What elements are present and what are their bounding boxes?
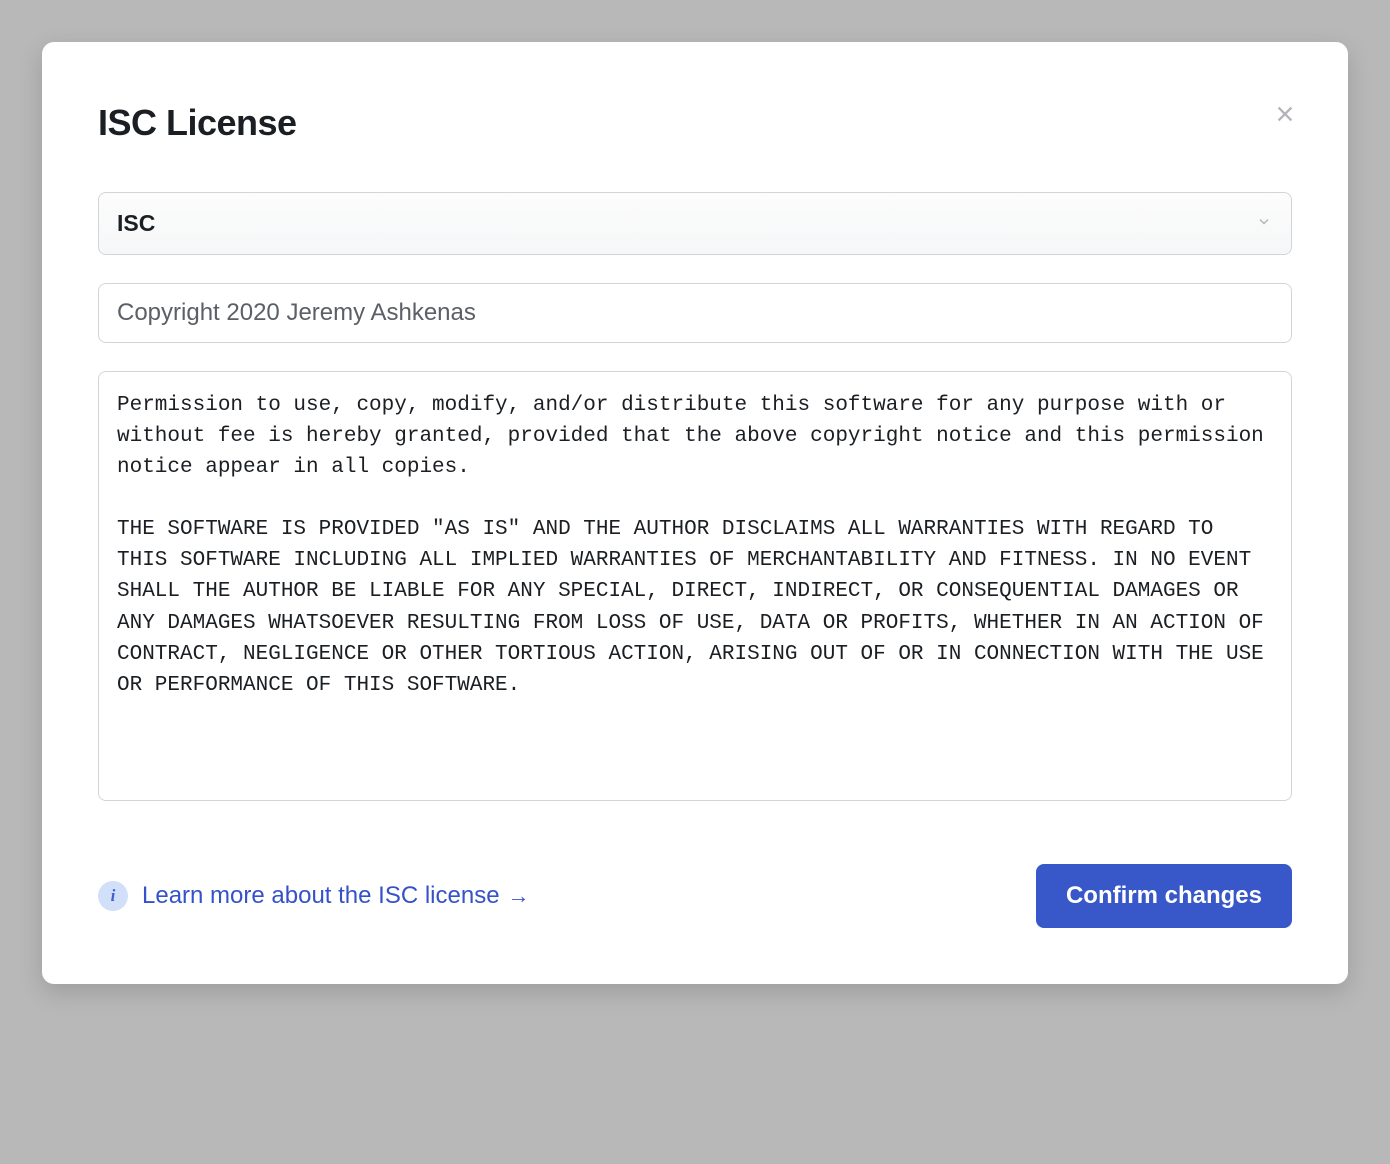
modal-header: ISC License <box>98 102 1292 144</box>
close-icon <box>1274 103 1296 125</box>
license-select-wrapper <box>98 192 1292 255</box>
modal-title: ISC License <box>98 102 297 144</box>
info-icon: i <box>98 881 128 911</box>
learn-more-link[interactable]: i Learn more about the ISC license → <box>98 881 530 911</box>
confirm-changes-button[interactable]: Confirm changes <box>1036 864 1292 928</box>
close-button[interactable] <box>1270 98 1300 134</box>
learn-more-text: Learn more about the ISC license <box>142 882 500 910</box>
modal-footer: i Learn more about the ISC license → Con… <box>98 864 1292 928</box>
license-body-textarea[interactable]: Permission to use, copy, modify, and/or … <box>98 371 1292 801</box>
copyright-input[interactable] <box>98 283 1292 343</box>
license-select[interactable] <box>98 192 1292 255</box>
license-modal: ISC License Permission to use, copy, mod… <box>42 42 1348 984</box>
arrow-right-icon: → <box>508 883 530 909</box>
